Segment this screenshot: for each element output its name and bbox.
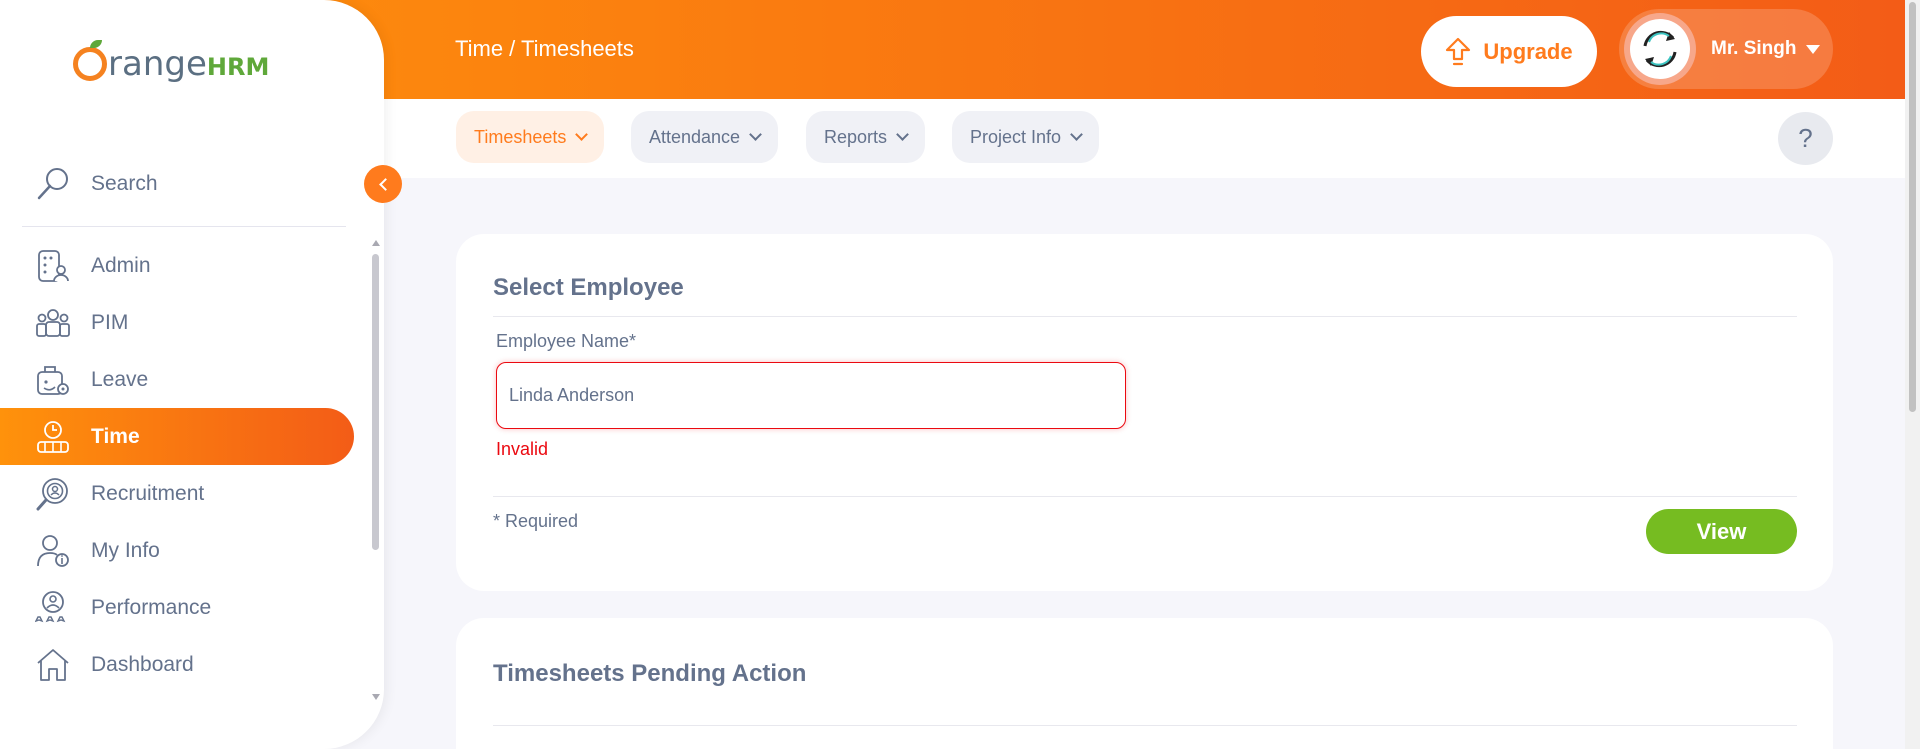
time-icon [37,420,69,453]
card-title: Timesheets Pending Action [493,660,807,687]
time-subnav: Timesheets Attendance Reports Project In… [384,99,1905,178]
sidebar-item-pim[interactable]: PIM [0,294,354,351]
sidebar-item-my-info[interactable]: My Info [0,522,354,579]
refresh-arrows-icon [1643,30,1677,68]
upgrade-arrow-icon [1446,37,1471,65]
orangehrm-logo: range HRM [73,40,269,81]
page-scrollbar[interactable] [1905,0,1920,749]
sidebar-item-label: Performance [91,595,212,619]
required-note: * Required [493,511,579,531]
timesheets-pending-card: Timesheets Pending Action [456,618,1833,749]
tab-label: Attendance [649,126,741,147]
sidebar-search[interactable]: Search [35,166,158,202]
performance-icon [35,590,66,622]
sidebar-divider [22,226,346,227]
sidebar: range HRM Search Admin PIM Leave Time Re… [0,0,384,749]
tab-reports[interactable]: Reports [806,111,926,163]
search-icon [37,168,68,200]
user-name: Mr. Singh [1711,38,1797,59]
sidebar-item-label: Time [91,424,140,448]
sidebar-item-label: Admin [91,253,151,277]
card-divider [493,316,1797,317]
tab-attendance[interactable]: Attendance [631,111,779,163]
sidebar-item-label: Recruitment [91,481,205,505]
select-employee-card: Select Employee Employee Name* Invalid *… [456,234,1833,591]
user-dropdown[interactable]: Mr. Singh [1619,9,1833,89]
help-button[interactable]: ? [1778,112,1833,165]
admin-icon [38,249,69,282]
sidebar-item-label: Dashboard [91,652,194,676]
upgrade-button[interactable]: Upgrade [1421,16,1597,87]
tab-label: Reports [824,126,888,147]
tab-timesheets[interactable]: Timesheets [456,111,605,163]
pim-icon [36,308,70,337]
scroll-down-arrow-icon[interactable] [372,694,380,700]
sidebar-item-admin[interactable]: Admin [0,237,354,294]
chevron-down-icon [1070,128,1083,141]
error-message: Invalid [496,439,549,459]
sidebar-item-dashboard[interactable]: Dashboard [0,636,354,693]
card-title: Select Employee [493,274,684,301]
sidebar-scrollbar[interactable] [371,240,380,700]
tab-project-info[interactable]: Project Info [952,111,1100,163]
sidebar-menu: Admin PIM Leave Time Recruitment My Info… [0,237,354,693]
chevron-down-icon [749,128,762,141]
sidebar-item-recruitment[interactable]: Recruitment [0,465,354,522]
view-button[interactable]: View [1646,509,1797,554]
scrollbar-thumb[interactable] [372,254,379,550]
employee-name-input[interactable] [496,362,1126,429]
scrollbar-thumb[interactable] [1909,2,1916,412]
sidebar-item-leave[interactable]: Leave [0,351,354,408]
orange-logo-icon [73,40,107,81]
card-divider [493,725,1797,726]
sidebar-item-performance[interactable]: Performance [0,579,354,636]
sidebar-item-label: PIM [91,310,129,334]
my-info-icon [37,534,69,567]
scroll-up-arrow-icon[interactable] [372,240,380,246]
tab-label: Project Info [970,126,1062,147]
caret-down-icon [1805,44,1820,54]
leave-icon [37,365,69,395]
chevron-down-icon [575,128,589,141]
avatar [1624,13,1696,85]
employee-name-label: Employee Name* [496,331,637,351]
breadcrumb: Time / Timesheets [455,36,634,61]
chevron-left-icon [378,177,392,191]
recruitment-icon [36,477,68,510]
tab-label: Timesheets [474,126,567,147]
card-divider [493,496,1797,497]
search-label: Search [91,172,158,195]
upgrade-label: Upgrade [1483,38,1573,64]
sidebar-item-label: My Info [91,538,160,562]
collapse-sidebar-button[interactable] [364,165,402,203]
chevron-down-icon [896,128,909,141]
dashboard-icon [37,648,69,681]
sidebar-item-time[interactable]: Time [0,408,354,465]
sidebar-item-label: Leave [91,367,149,391]
